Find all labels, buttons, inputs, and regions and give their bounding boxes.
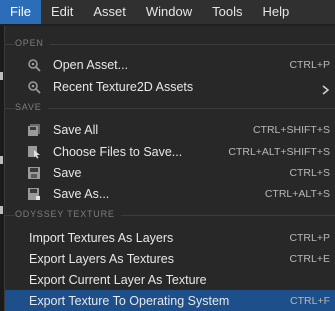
menu-item-save-all[interactable]: Save All CTRL+SHIFT+S: [5, 119, 335, 140]
section-header-save: SAVE: [15, 102, 48, 112]
edge-marker: [0, 206, 3, 214]
menu-asset[interactable]: Asset: [83, 0, 136, 24]
menu-item-shortcut: CTRL+E: [289, 252, 330, 265]
menu-item-import-textures-as-layers[interactable]: Import Textures As Layers CTRL+P: [5, 227, 335, 248]
menu-window[interactable]: Window: [136, 0, 202, 24]
menu-item-choose-files-to-save[interactable]: Choose Files to Save... CTRL+ALT+SHIFT+S: [5, 141, 335, 162]
menu-item-label: Export Current Layer As Texture: [29, 272, 207, 287]
save-as-icon: [27, 187, 41, 201]
section-divider: [5, 44, 335, 45]
menu-item-open-asset[interactable]: Open Asset... CTRL+P: [5, 54, 335, 75]
menu-item-shortcut: CTRL+F: [290, 294, 330, 307]
menu-item-export-texture-to-operating-system[interactable]: Export Texture To Operating System CTRL+…: [5, 290, 335, 311]
menu-item-label: Recent Texture2D Assets: [53, 79, 194, 94]
menu-file[interactable]: File: [0, 0, 41, 24]
menu-item-label: Save: [53, 165, 82, 180]
section-header-open: OPEN: [15, 38, 50, 48]
menu-item-save-as[interactable]: Save As... CTRL+ALT+S: [5, 183, 335, 204]
menu-item-shortcut: CTRL+SHIFT+S: [252, 123, 330, 136]
menu-item-label: Open Asset...: [53, 57, 129, 72]
chevron-right-icon: [322, 82, 330, 95]
menu-item-export-layers-as-textures[interactable]: Export Layers As Textures CTRL+E: [5, 248, 335, 269]
menu-item-shortcut: CTRL+P: [289, 231, 330, 244]
save-all-icon: [27, 123, 41, 137]
menu-item-shortcut: CTRL+ALT+SHIFT+S: [228, 145, 330, 158]
menu-item-label: Choose Files to Save...: [53, 144, 183, 159]
menu-item-label: Export Layers As Textures: [29, 251, 174, 266]
save-icon: [27, 166, 41, 180]
menu-item-shortcut: CTRL+S: [289, 166, 330, 179]
gear-search-icon: [27, 58, 41, 72]
menu-bar: File Edit Asset Window Tools Help: [0, 0, 335, 24]
choose-files-icon: [27, 145, 41, 159]
menu-item-label: Save As...: [53, 186, 110, 201]
menu-tools[interactable]: Tools: [202, 0, 252, 24]
section-header-odyssey-texture: ODYSSEY TEXTURE: [15, 209, 121, 219]
section-divider: [5, 108, 335, 109]
menu-item-shortcut: CTRL+P: [289, 58, 330, 71]
menu-item-label: Export Texture To Operating System: [29, 293, 230, 308]
edge-marker: [0, 156, 3, 164]
menu-item-save[interactable]: Save CTRL+S: [5, 162, 335, 183]
menu-item-recent-texture2d-assets[interactable]: Recent Texture2D Assets: [5, 76, 335, 97]
menu-edit[interactable]: Edit: [41, 0, 83, 24]
menu-item-label: Save All: [53, 122, 99, 137]
file-menu-dropdown: OPEN Open Asset... CTRL+P Recent Texture…: [4, 26, 335, 311]
menu-item-label: Import Textures As Layers: [29, 230, 174, 245]
edge-marker: [0, 72, 3, 80]
menu-item-export-current-layer-as-texture[interactable]: Export Current Layer As Texture: [5, 269, 335, 290]
menu-item-shortcut: CTRL+ALT+S: [264, 187, 330, 200]
menu-help[interactable]: Help: [252, 0, 299, 24]
gear-search-icon: [27, 80, 41, 94]
